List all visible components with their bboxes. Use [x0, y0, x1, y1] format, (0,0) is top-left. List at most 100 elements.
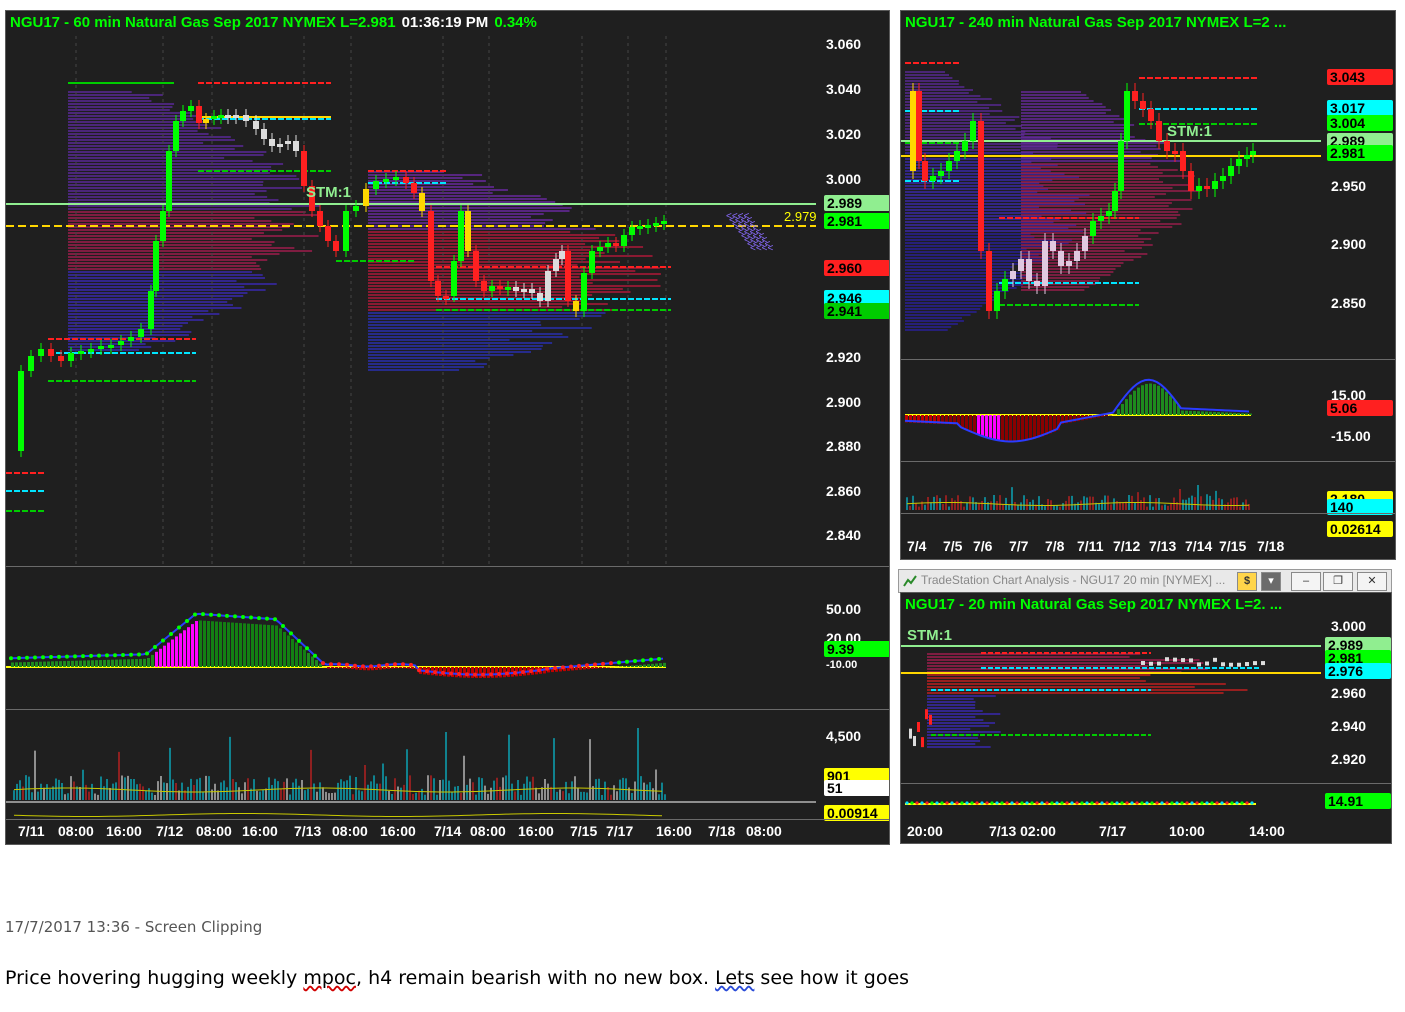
- price-axis-label: 2.860: [826, 483, 862, 499]
- m20-chart-panel[interactable]: NGU17 - 20 min Natural Gas Sep 2017 NYME…: [900, 592, 1392, 844]
- h4-profile-bar: [1021, 253, 1148, 255]
- m20-osc-dot: [1125, 801, 1129, 805]
- candle: [203, 119, 209, 123]
- osc-bar: [67, 660, 70, 667]
- volume-profile-bar: [368, 354, 514, 356]
- h4-volume[interactable]: [901, 462, 1321, 512]
- h4-candle: [1188, 171, 1194, 191]
- osc-bar: [227, 622, 230, 667]
- h4-profile-bar: [1021, 184, 1193, 186]
- m20-osc-dot: [990, 801, 994, 805]
- h4-osc-bar: [1133, 390, 1136, 415]
- m20-osc-dot: [995, 801, 999, 805]
- dropdown-icon[interactable]: ▾: [1261, 572, 1281, 591]
- m20-osc-dot: [1250, 801, 1254, 805]
- m20-osc-dot: [1145, 801, 1149, 805]
- osc-dot: [105, 653, 109, 658]
- osc-dot: [649, 657, 653, 662]
- price-axis-label: 3.000: [826, 171, 862, 187]
- osc-dot: [505, 671, 509, 676]
- volume-profile-bar: [68, 247, 295, 249]
- h4-profile-bar: [1021, 157, 1152, 159]
- h4-time-axis-label: 7/15: [1219, 538, 1247, 554]
- osc-bar: [87, 660, 90, 667]
- osc-dot: [265, 616, 269, 621]
- volume-profile-bar: [68, 205, 321, 207]
- h4-profile-bar: [905, 80, 959, 82]
- candle: [108, 345, 114, 348]
- h4-profile-bar: [1021, 130, 1128, 132]
- volume-profile-bar: [368, 312, 606, 314]
- h4-price-canvas[interactable]: [901, 11, 1321, 359]
- h4-osc-bar: [1233, 412, 1236, 415]
- volume-profile-bar: [368, 270, 636, 272]
- main-oscillator[interactable]: [6, 567, 816, 707]
- osc-bar: [283, 631, 286, 667]
- volume-profile-bar: [368, 315, 602, 317]
- h4-oscillator[interactable]: [901, 360, 1321, 460]
- close-button[interactable]: ✕: [1357, 572, 1387, 591]
- h4-profile-bar: [1021, 100, 1094, 102]
- price-axis-label: 3.040: [826, 81, 862, 97]
- m20-osc-dot: [975, 801, 979, 805]
- dollar-button[interactable]: $: [1237, 572, 1257, 591]
- osc-bar: [143, 658, 146, 667]
- m20-window-titlebar[interactable]: TradeStation Chart Analysis - NGU17 20 m…: [898, 569, 1392, 593]
- h4-profile-bar: [1021, 280, 1100, 282]
- m20-candle: [1213, 657, 1217, 662]
- osc-dot: [481, 672, 485, 677]
- h4-profile-bar: [1021, 268, 1116, 270]
- h4-profile-bar: [905, 233, 1031, 235]
- candle: [597, 247, 603, 251]
- h4-profile-bar: [1021, 178, 1159, 180]
- h4-osc-bar: [1125, 399, 1128, 415]
- m20-profile-bar: [927, 686, 1195, 688]
- volume-profile-bar: [68, 136, 231, 138]
- m20-osc-dot: [960, 801, 964, 805]
- h4-profile-bar: [905, 131, 1026, 133]
- h4-profile-bar: [1021, 232, 1159, 234]
- volume-profile-bar: [368, 357, 490, 359]
- main-volume[interactable]: [6, 710, 816, 820]
- osc-dot: [593, 662, 597, 667]
- volume-profile-bar: [68, 145, 244, 147]
- osc-dot: [89, 653, 93, 658]
- candle: [581, 273, 587, 311]
- h4-profile-bar: [1021, 199, 1192, 201]
- m20-osc-dot: [1110, 801, 1114, 805]
- m20-candle: [1253, 661, 1257, 666]
- main-chart-panel[interactable]: NGU17 - 60 min Natural Gas Sep 2017 NYME…: [5, 10, 890, 845]
- minimize-button[interactable]: –: [1291, 572, 1321, 591]
- volume-profile-bar: [68, 277, 265, 279]
- m20-candle: [925, 709, 928, 720]
- h4-candle: [1212, 181, 1218, 189]
- volume-profile-bar: [68, 184, 263, 186]
- h4-osc-bar: [1205, 411, 1208, 415]
- osc-bar: [455, 667, 458, 678]
- h4-candle: [1002, 279, 1008, 291]
- h4-osc-bar: [1245, 413, 1248, 415]
- osc-bar: [211, 621, 214, 667]
- volume-profile-bar: [68, 112, 192, 114]
- osc-dot: [121, 652, 125, 657]
- m20-candle: [921, 737, 924, 748]
- main-price-canvas[interactable]: <<<<<<<<<<<<<<<<<<<<<<<<<<<<<<<<<<<<: [6, 11, 816, 566]
- m20-profile-bar: [927, 716, 976, 718]
- m20-price-canvas[interactable]: [901, 593, 1321, 783]
- h4-time-axis-label: 7/12: [1113, 538, 1141, 554]
- m20-oscillator[interactable]: [901, 784, 1321, 824]
- osc-dot: [153, 644, 157, 649]
- h4-candle: [1124, 91, 1130, 141]
- h4-candle: [930, 176, 936, 181]
- restore-button[interactable]: ❐: [1323, 572, 1353, 591]
- h4-profile-bar: [1021, 127, 1130, 129]
- h4-candle: [1018, 259, 1024, 271]
- volume-profile-bar: [368, 345, 543, 347]
- m20-profile-bar: [927, 746, 991, 748]
- osc-bar: [331, 667, 334, 669]
- volume-profile-bar: [368, 198, 547, 200]
- osc-bar: [263, 624, 266, 667]
- candle: [451, 261, 457, 296]
- h4-chart-panel[interactable]: NGU17 - 240 min Natural Gas Sep 2017 NYM…: [900, 10, 1396, 560]
- h4-candle: [938, 171, 944, 176]
